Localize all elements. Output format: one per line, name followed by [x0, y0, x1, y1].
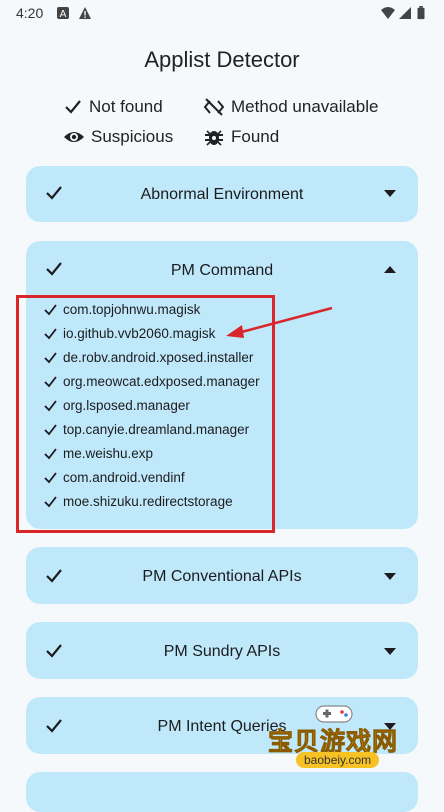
- card-partial[interactable]: [26, 772, 418, 812]
- battery-icon: [417, 6, 425, 20]
- legend-label: Found: [231, 127, 280, 146]
- card-pm-sundry-apis[interactable]: PM Sundry APIs: [26, 622, 418, 679]
- card-pm-conventional-apis[interactable]: PM Conventional APIs: [26, 547, 418, 604]
- collapse-arrow-icon[interactable]: [384, 266, 396, 274]
- check-icon: [65, 100, 81, 114]
- card-title: PM Command: [170, 262, 274, 279]
- card-abnormal-environment[interactable]: Abnormal Environment: [26, 166, 418, 222]
- page-title: Applist Detector: [144, 47, 300, 72]
- card-title: PM Sundry APIs: [163, 643, 281, 660]
- status-time: 4:20: [16, 5, 44, 21]
- card-header[interactable]: PM Command: [26, 241, 418, 299]
- watermark-url: baobeiy.com: [296, 752, 380, 768]
- card-title: Abnormal Environment: [140, 186, 304, 203]
- warning-icon: [79, 7, 91, 19]
- legend-label: Method unavailable: [231, 97, 379, 116]
- gamepad-icon: [315, 705, 353, 723]
- annotation-arrow-icon: [226, 306, 333, 338]
- dropdown-arrow-icon[interactable]: [384, 648, 396, 656]
- legend-method-unavailable: Method unavailable: [203, 97, 378, 117]
- legend-not-found: Not found: [63, 97, 163, 117]
- legend-found: Found: [203, 127, 279, 147]
- bug-icon: [205, 130, 223, 146]
- card-title: PM Conventional APIs: [142, 568, 302, 585]
- dropdown-arrow-icon[interactable]: [384, 190, 396, 198]
- card-header[interactable]: Abnormal Environment: [26, 166, 418, 224]
- status-bar: 4:20 A: [0, 0, 444, 28]
- dropdown-arrow-icon[interactable]: [384, 573, 396, 581]
- code-off-icon: [203, 98, 225, 116]
- legend-label: Not found: [89, 97, 163, 116]
- card-header[interactable]: PM Sundry APIs: [26, 622, 418, 680]
- watermark-logo: 宝贝游戏网 baobeiy.com: [268, 700, 418, 778]
- eye-icon: [64, 132, 84, 142]
- legend-label: Suspicious: [91, 127, 174, 146]
- svg-text:A: A: [60, 9, 67, 20]
- card-header[interactable]: PM Conventional APIs: [26, 547, 418, 605]
- wifi-icon: [381, 7, 395, 19]
- app-notification-icon: A: [57, 7, 69, 20]
- legend-suspicious: Suspicious: [63, 127, 173, 147]
- signal-icon: [399, 7, 411, 19]
